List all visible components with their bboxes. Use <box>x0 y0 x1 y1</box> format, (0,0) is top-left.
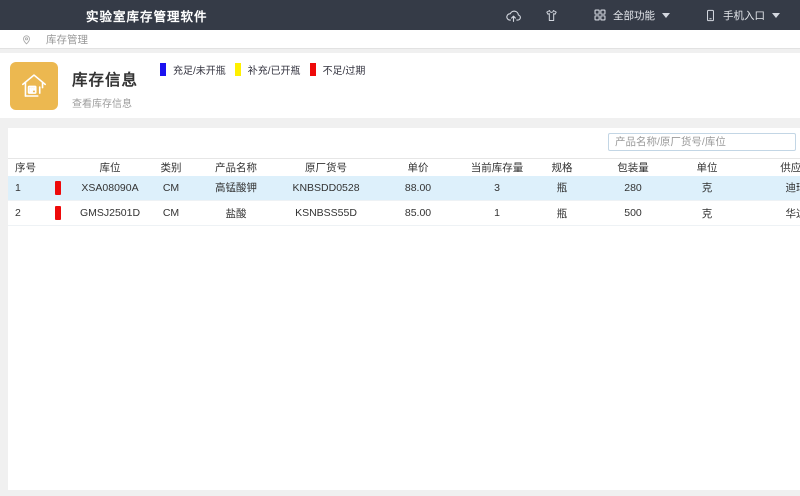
cell-unit-price: 85.00 <box>376 201 460 226</box>
phone-icon <box>704 9 717 22</box>
cell-spec: 瓶 <box>534 176 590 201</box>
table-header-row: 序号 库位 类别 产品名称 原厂货号 单价 当前库存量 规格 包装量 单位 供应… <box>8 159 800 176</box>
legend-swatch-yellow <box>235 63 241 76</box>
col-category: 类别 <box>146 159 196 176</box>
cell-product-name: 盐酸 <box>196 201 276 226</box>
col-location: 库位 <box>74 159 146 176</box>
cell-product-name: 高锰酸钾 <box>196 176 276 201</box>
legend-swatch-blue <box>160 63 166 76</box>
cell-status <box>42 201 74 226</box>
grid-icon <box>593 8 607 22</box>
cell-supplier: 迪瑞 <box>738 176 800 201</box>
chevron-down-icon <box>772 13 780 18</box>
all-functions-label: 全部功能 <box>613 8 655 23</box>
cell-location: XSA08090A <box>74 176 146 201</box>
legend-item-sufficient: 充足/未开瓶 <box>160 62 226 77</box>
legend-label: 不足/过期 <box>323 62 366 77</box>
col-index: 序号 <box>8 159 42 176</box>
breadcrumb-current: 库存管理 <box>46 32 88 47</box>
cell-current-stock: 1 <box>460 201 534 226</box>
page-header: 库存信息 查看库存信息 充足/未开瓶 补充/已开瓶 不足/过期 <box>0 53 800 118</box>
search-input[interactable] <box>608 133 796 151</box>
legend-label: 充足/未开瓶 <box>173 62 226 77</box>
table-row[interactable]: 1 XSA08090A CM 高锰酸钾 KNBSDD0528 88.00 3 瓶… <box>8 176 800 201</box>
col-supplier: 供应商 <box>738 159 800 176</box>
inventory-warehouse-icon <box>10 62 58 110</box>
page-title: 库存信息 <box>72 68 138 90</box>
legend-swatch-red <box>310 63 316 76</box>
cell-unit-price: 88.00 <box>376 176 460 201</box>
legend-item-insufficient: 不足/过期 <box>310 62 366 77</box>
chevron-down-icon <box>662 13 670 18</box>
mobile-entry-label: 手机入口 <box>723 8 765 23</box>
status-legend: 充足/未开瓶 补充/已开瓶 不足/过期 <box>160 62 374 77</box>
cloud-upload-icon[interactable] <box>505 7 522 24</box>
cell-supplier: 华达 <box>738 201 800 226</box>
col-unit-price: 单价 <box>376 159 460 176</box>
col-status <box>42 159 74 176</box>
cell-package-qty: 500 <box>590 201 676 226</box>
inventory-table-panel: 序号 库位 类别 产品名称 原厂货号 单价 当前库存量 规格 包装量 单位 供应… <box>8 128 800 490</box>
location-pin-icon <box>21 34 32 45</box>
cell-category: CM <box>146 176 196 201</box>
topbar: 实验室库存管理软件 全部功能 <box>0 0 800 30</box>
col-product-name: 产品名称 <box>196 159 276 176</box>
cell-spec: 瓶 <box>534 201 590 226</box>
inventory-management-page: 实验室库存管理软件 全部功能 <box>0 0 800 496</box>
cell-index: 1 <box>8 176 42 201</box>
breadcrumb: 库存管理 <box>0 30 800 49</box>
status-marker <box>55 181 61 195</box>
status-marker <box>55 206 61 220</box>
mobile-entry-menu[interactable]: 手机入口 <box>704 8 780 23</box>
table-row[interactable]: 2 GMSJ2501D CM 盐酸 KSNBSS55D 85.00 1 瓶 50… <box>8 201 800 226</box>
legend-item-refill: 补充/已开瓶 <box>235 62 301 77</box>
col-factory-no: 原厂货号 <box>276 159 376 176</box>
page-subtitle: 查看库存信息 <box>72 95 132 110</box>
cell-unit: 克 <box>676 201 738 226</box>
col-unit: 单位 <box>676 159 738 176</box>
legend-label: 补充/已开瓶 <box>248 62 301 77</box>
topbar-actions: 全部功能 手机入口 <box>505 7 800 24</box>
cell-package-qty: 280 <box>590 176 676 201</box>
col-package-qty: 包装量 <box>590 159 676 176</box>
cell-factory-no: KNBSDD0528 <box>276 176 376 201</box>
cell-index: 2 <box>8 201 42 226</box>
inventory-table: 序号 库位 类别 产品名称 原厂货号 单价 当前库存量 规格 包装量 单位 供应… <box>8 158 800 226</box>
col-current-stock: 当前库存量 <box>460 159 534 176</box>
cell-unit: 克 <box>676 176 738 201</box>
cell-category: CM <box>146 201 196 226</box>
cell-status <box>42 176 74 201</box>
cell-current-stock: 3 <box>460 176 534 201</box>
col-spec: 规格 <box>534 159 590 176</box>
all-functions-menu[interactable]: 全部功能 <box>593 8 670 23</box>
cell-location: GMSJ2501D <box>74 201 146 226</box>
app-title: 实验室库存管理软件 <box>86 6 208 25</box>
cell-factory-no: KSNBSS55D <box>276 201 376 226</box>
theme-shirt-icon[interactable] <box>544 8 559 23</box>
